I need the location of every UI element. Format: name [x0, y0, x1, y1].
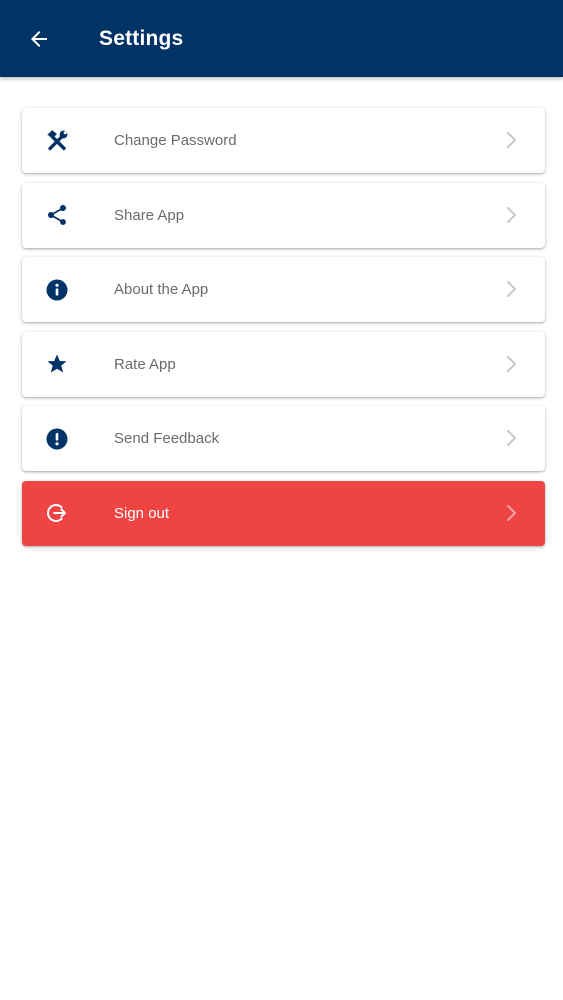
sign-out-button[interactable]: Sign out — [22, 480, 545, 546]
rate-app-item[interactable]: Rate App — [22, 331, 545, 397]
change-password-item[interactable]: Change Password — [22, 108, 545, 173]
sign-out-label: Sign out — [114, 504, 170, 522]
sign-out-icon — [44, 500, 70, 526]
chevron-right-icon — [507, 281, 516, 297]
chevron-right-icon — [507, 355, 516, 372]
back-button[interactable] — [21, 21, 57, 57]
about-app-label: About the App — [114, 281, 209, 298]
alert-icon — [44, 426, 70, 452]
change-password-label: Change Password — [114, 132, 237, 149]
share-icon — [44, 202, 70, 228]
settings-menu: Change Password Share App About the App — [22, 108, 545, 555]
send-feedback-label: Send Feedback — [114, 430, 220, 447]
about-app-item[interactable]: About the App — [22, 257, 545, 322]
tools-icon — [44, 128, 70, 154]
info-icon — [44, 277, 70, 303]
page-title: Settings — [99, 26, 184, 50]
share-app-label: Share App — [114, 206, 185, 224]
app-bar: Settings — [0, 0, 563, 77]
chevron-right-icon — [507, 206, 516, 223]
star-icon — [44, 351, 70, 377]
chevron-right-icon — [507, 132, 516, 148]
send-feedback-item[interactable]: Send Feedback — [22, 406, 545, 471]
chevron-right-icon — [507, 430, 516, 446]
rate-app-label: Rate App — [114, 355, 176, 373]
share-app-item[interactable]: Share App — [22, 182, 545, 248]
arrow-left-icon — [31, 30, 47, 47]
chevron-right-icon — [507, 504, 516, 521]
